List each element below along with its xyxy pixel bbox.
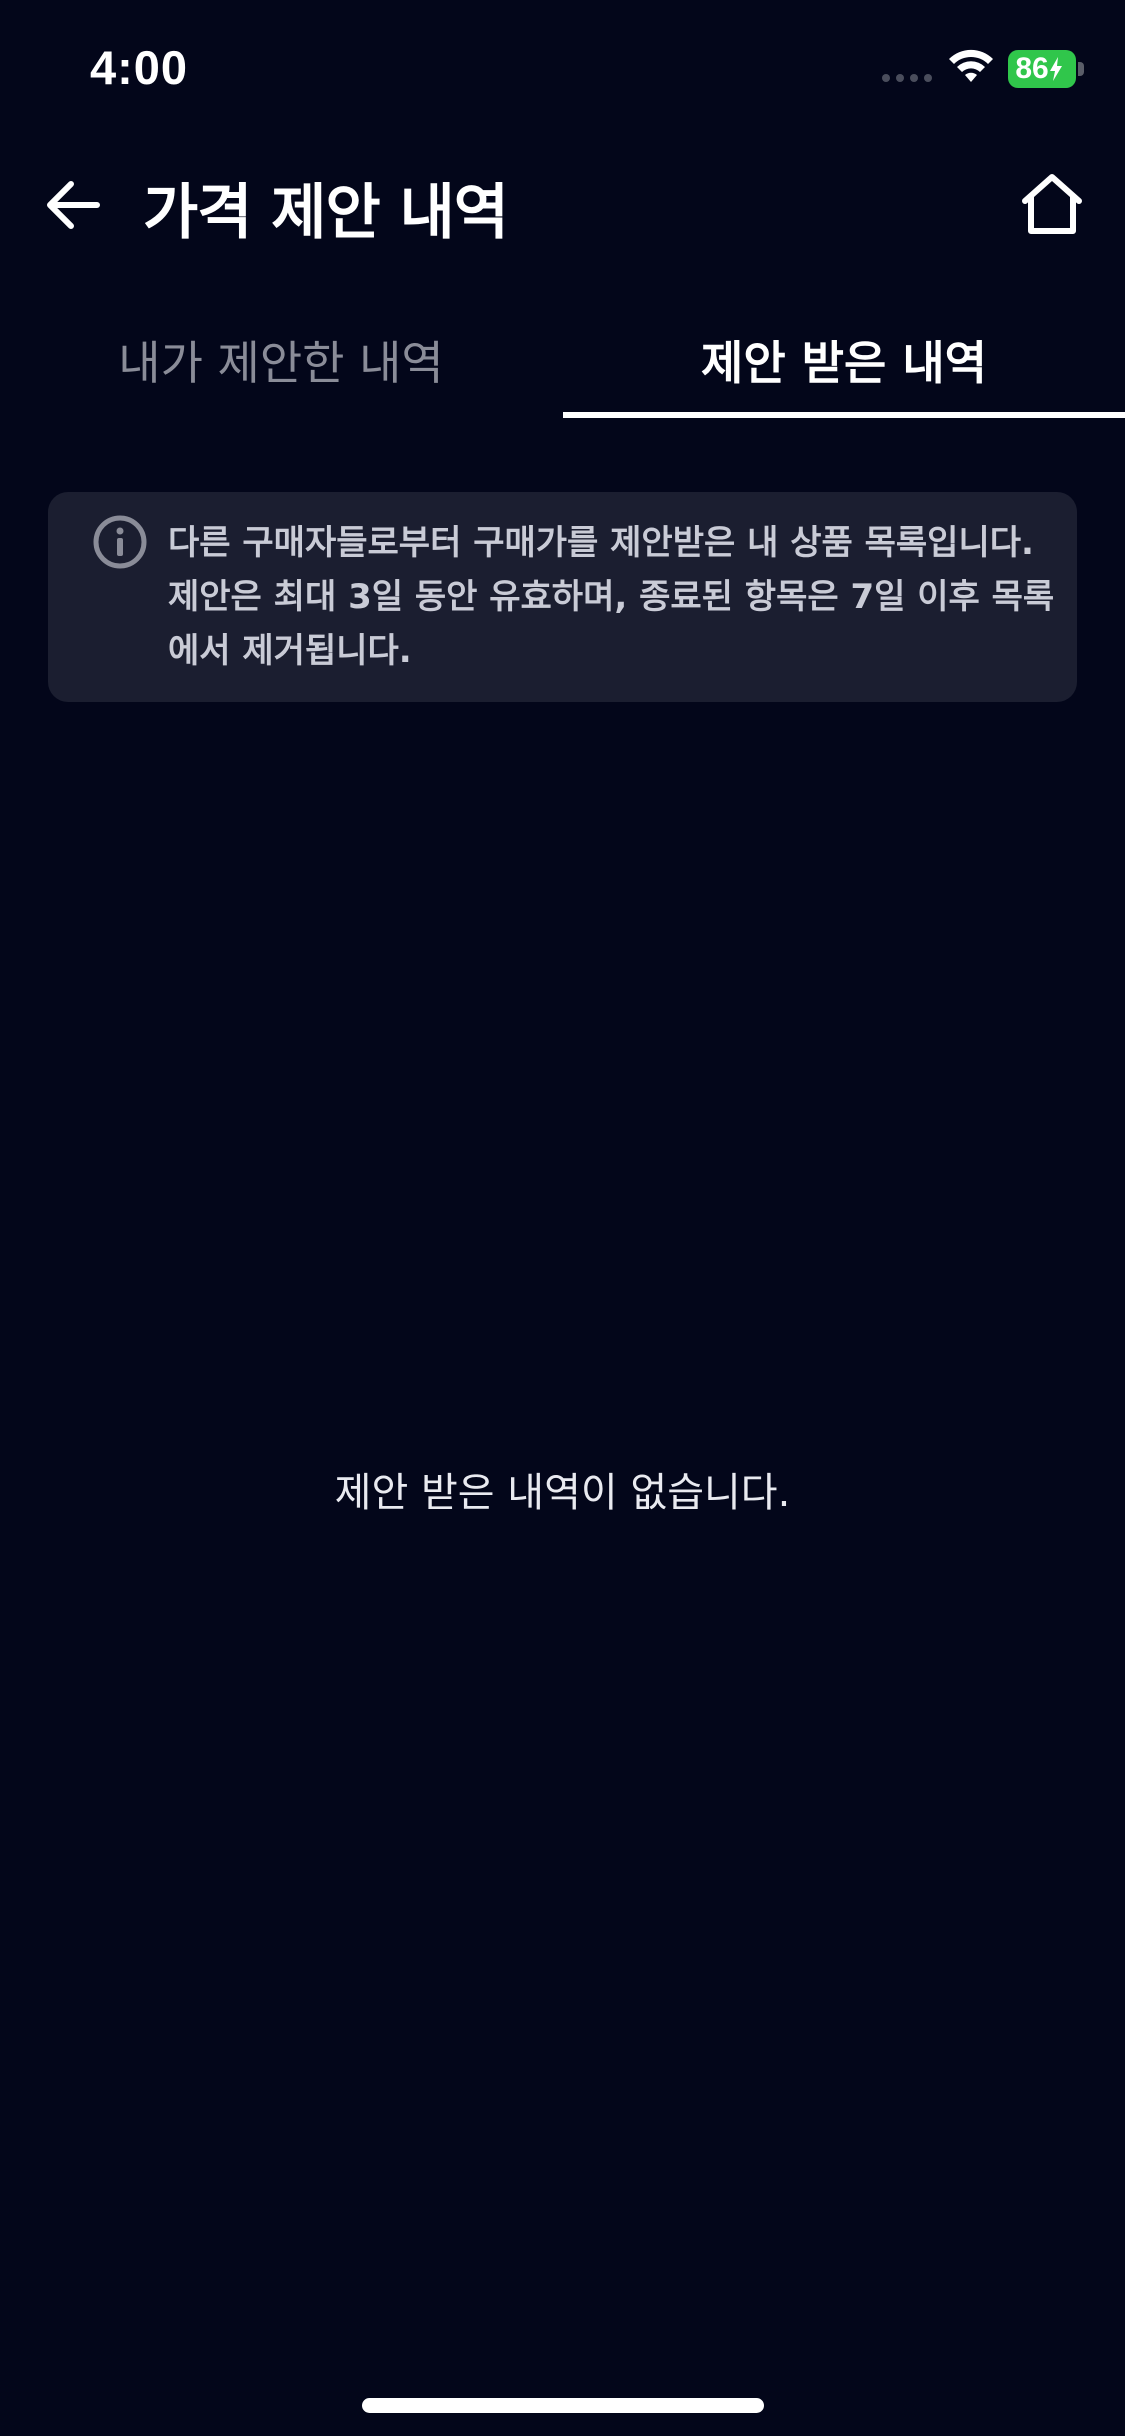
info-line: 다른 구매자들로부터 구매가를 제안받은 내 상품 목록입니다. — [168, 523, 1034, 563]
status-time: 4:00 — [90, 41, 189, 94]
wifi-icon — [949, 49, 993, 82]
home-button[interactable] — [1012, 164, 1092, 244]
info-line: 에서 제거됩니다. — [168, 631, 412, 671]
home-icon — [1022, 174, 1082, 234]
screen: 4:00 86 가격 제안 내역 내가 제안한 내역 제안 받은 내역 다른 구… — [0, 0, 1125, 2436]
tab-received-offers[interactable]: 제안 받은 내역 — [563, 300, 1125, 420]
charging-bolt-icon — [1049, 57, 1062, 81]
battery-charging-icon: 86 — [1008, 50, 1084, 88]
empty-state-message: 제안 받은 내역이 없습니다. — [334, 1470, 791, 1516]
header: 가격 제안 내역 — [0, 150, 1125, 260]
tab-bar: 내가 제안한 내역 제안 받은 내역 — [0, 300, 1125, 420]
tab-sent-offers[interactable]: 내가 제안한 내역 — [0, 300, 562, 420]
back-button[interactable] — [38, 170, 108, 240]
info-notice: 다른 구매자들로부터 구매가를 제안받은 내 상품 목록입니다. 제안은 최대 … — [48, 492, 1077, 702]
battery-level: 86 — [1015, 52, 1049, 85]
home-indicator[interactable] — [362, 2398, 764, 2413]
arrow-left-icon — [47, 181, 100, 229]
info-icon — [93, 515, 147, 569]
page-title: 가격 제안 내역 — [143, 178, 509, 248]
signal-icon — [882, 74, 932, 82]
status-bar: 4:00 86 — [0, 0, 1125, 140]
info-line: 제안은 최대 3일 동안 유효하며, 종료된 항목은 7일 이후 목록 — [168, 577, 1055, 617]
tab-active-indicator — [563, 412, 1125, 418]
info-text: 다른 구매자들로부터 구매가를 제안받은 내 상품 목록입니다. 제안은 최대 … — [168, 516, 1058, 678]
